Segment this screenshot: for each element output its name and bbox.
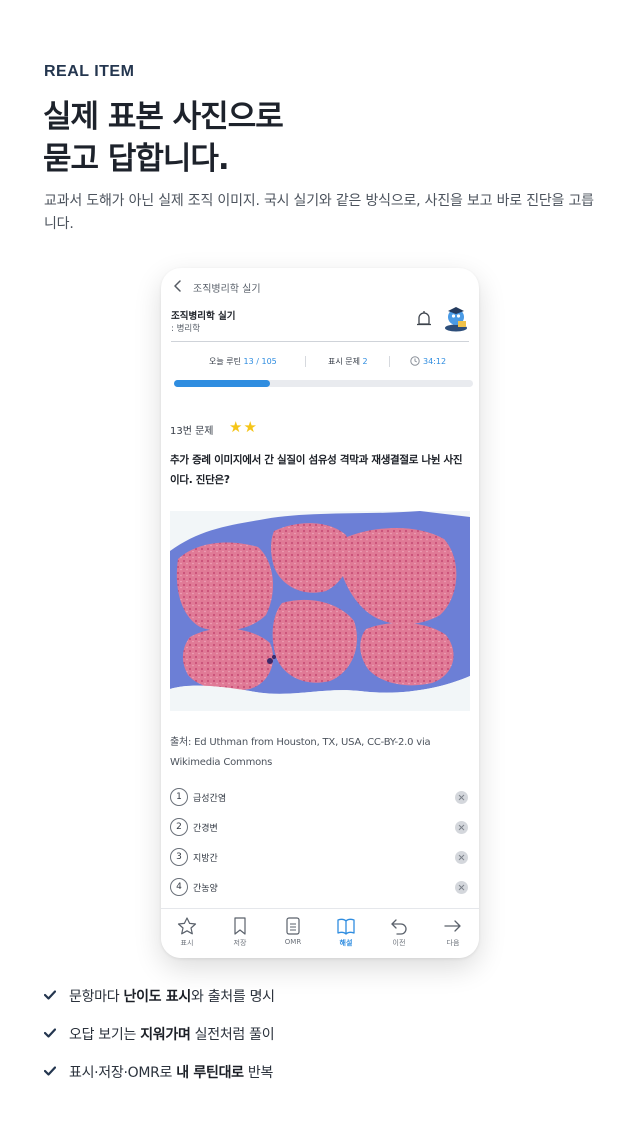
nav-omr-button[interactable]: OMR: [273, 917, 313, 946]
option-number: 3: [170, 848, 188, 866]
nav-explain-button[interactable]: 해설: [326, 917, 366, 948]
nav-explain-label: 해설: [339, 939, 353, 947]
question-text: 추가 증례 이미지에서 간 실질이 섬유성 격막과 재생결절로 나뉜 사진이다.…: [170, 454, 463, 486]
answer-option-4[interactable]: 4 간농양: [170, 878, 470, 898]
feature-text: 표시·저장·OMR로 내 루틴대로 반복: [69, 1062, 273, 1082]
phone-mockup: 조직병리학 실기 조직병리학 실기 : 병리학 오늘 루틴 13 / 105 표…: [161, 268, 479, 958]
answer-option-3[interactable]: 3 지방간: [170, 848, 470, 868]
header-divider: [171, 341, 469, 342]
eliminate-option-icon[interactable]: [455, 881, 468, 894]
progress-fill: [174, 380, 270, 387]
mascot-icon[interactable]: [443, 306, 469, 332]
option-label: 간경변: [193, 824, 218, 834]
subject-subtitle: : 병리학: [171, 324, 201, 334]
open-book-icon: [337, 918, 355, 935]
feature-text-part: 오답 보기는: [69, 1027, 141, 1043]
marked-questions-value: 2: [362, 357, 368, 366]
check-icon: [44, 1028, 56, 1038]
nav-mark-button[interactable]: 표시: [167, 917, 207, 948]
nav-omr-label: OMR: [284, 938, 302, 946]
timer-stat: 34:12: [410, 356, 446, 366]
eliminate-option-icon[interactable]: [455, 821, 468, 834]
feature-text: 오답 보기는 지워가며 실전처럼 풀이: [69, 1024, 275, 1044]
option-label: 지방간: [193, 854, 218, 864]
bookmark-icon: [234, 917, 246, 935]
image-source: 출처: Ed Uthman from Houston, TX, USA, CC-…: [170, 737, 431, 768]
nav-next-button[interactable]: 다음: [433, 917, 473, 948]
timer-value: 34:12: [423, 357, 447, 366]
right-arrow-icon: [444, 920, 461, 932]
eliminate-option-icon[interactable]: [455, 791, 468, 804]
section-headline: 실제 표본 사진으로 묻고 답합니다.: [43, 96, 284, 180]
eliminate-option-icon[interactable]: [455, 851, 468, 864]
headline-line-1: 실제 표본 사진으로: [43, 99, 284, 135]
option-label: 간농양: [193, 884, 218, 894]
option-label: 급성간염: [193, 794, 227, 804]
nav-save-button[interactable]: 저장: [220, 917, 260, 948]
bell-icon[interactable]: [415, 310, 433, 330]
section-eyebrow: REAL ITEM: [44, 63, 135, 80]
nav-prev-label: 이전: [392, 939, 406, 947]
topbar-title: 조직병리학 실기: [193, 284, 261, 295]
feature-text-part: 실전처럼 풀이: [190, 1027, 275, 1043]
bottom-navigation: 표시 저장 OMR 해설 이전 다음: [161, 908, 479, 958]
feature-text-part: 와 출처를 명시: [190, 989, 275, 1005]
question-number: 13번 문제: [170, 426, 214, 437]
back-arrow-icon[interactable]: [172, 280, 184, 292]
section-description: 교과서 도해가 아닌 실제 조직 이미지. 국시 실기와 같은 방식으로, 사진…: [44, 193, 594, 232]
feature-text-part: 문항마다: [69, 989, 124, 1005]
option-number: 2: [170, 818, 188, 836]
undo-arrow-icon: [391, 919, 407, 935]
marked-questions-label: 표시 문제: [328, 357, 360, 366]
subject-title: 조직병리학 실기: [171, 311, 236, 322]
stat-divider: [389, 356, 390, 367]
progress-bar: [174, 380, 473, 387]
check-icon: [44, 1066, 56, 1076]
stat-divider: [305, 356, 306, 367]
feature-highlight: 지워가며: [140, 1027, 191, 1043]
stats-bar: 오늘 루틴 13 / 105 표시 문제 2 34:12: [161, 356, 479, 370]
clock-icon: [410, 356, 420, 366]
difficulty-stars: ★★: [229, 418, 258, 436]
option-number: 4: [170, 878, 188, 896]
nav-next-label: 다음: [446, 939, 460, 947]
answer-option-1[interactable]: 1 급성간염: [170, 788, 470, 808]
app-topbar: 조직병리학 실기: [161, 268, 479, 304]
marked-questions-stat[interactable]: 표시 문제 2: [328, 356, 368, 367]
nav-mark-label: 표시: [180, 939, 194, 947]
feature-highlight: 내 루틴대로: [176, 1065, 244, 1081]
liver-histology-image: [170, 511, 470, 711]
feature-text-part: 표시·저장·OMR로: [69, 1065, 177, 1081]
headline-line-2: 묻고 답합니다.: [43, 141, 230, 177]
specimen-image[interactable]: [170, 511, 470, 711]
answer-option-2[interactable]: 2 간경변: [170, 818, 470, 838]
omr-sheet-icon: [286, 917, 300, 935]
feature-text: 문항마다 난이도 표시와 출처를 명시: [69, 986, 275, 1006]
nav-prev-button[interactable]: 이전: [379, 917, 419, 948]
today-routine-value: 13 / 105: [243, 357, 277, 366]
star-icon: [177, 917, 197, 935]
today-routine-label: 오늘 루틴: [209, 357, 241, 366]
feature-highlight: 난이도 표시: [123, 989, 191, 1005]
option-number: 1: [170, 788, 188, 806]
check-icon: [44, 990, 56, 1000]
today-routine-stat: 오늘 루틴 13 / 105: [209, 356, 277, 367]
feature-text-part: 반복: [243, 1065, 274, 1081]
nav-save-label: 저장: [233, 939, 247, 947]
